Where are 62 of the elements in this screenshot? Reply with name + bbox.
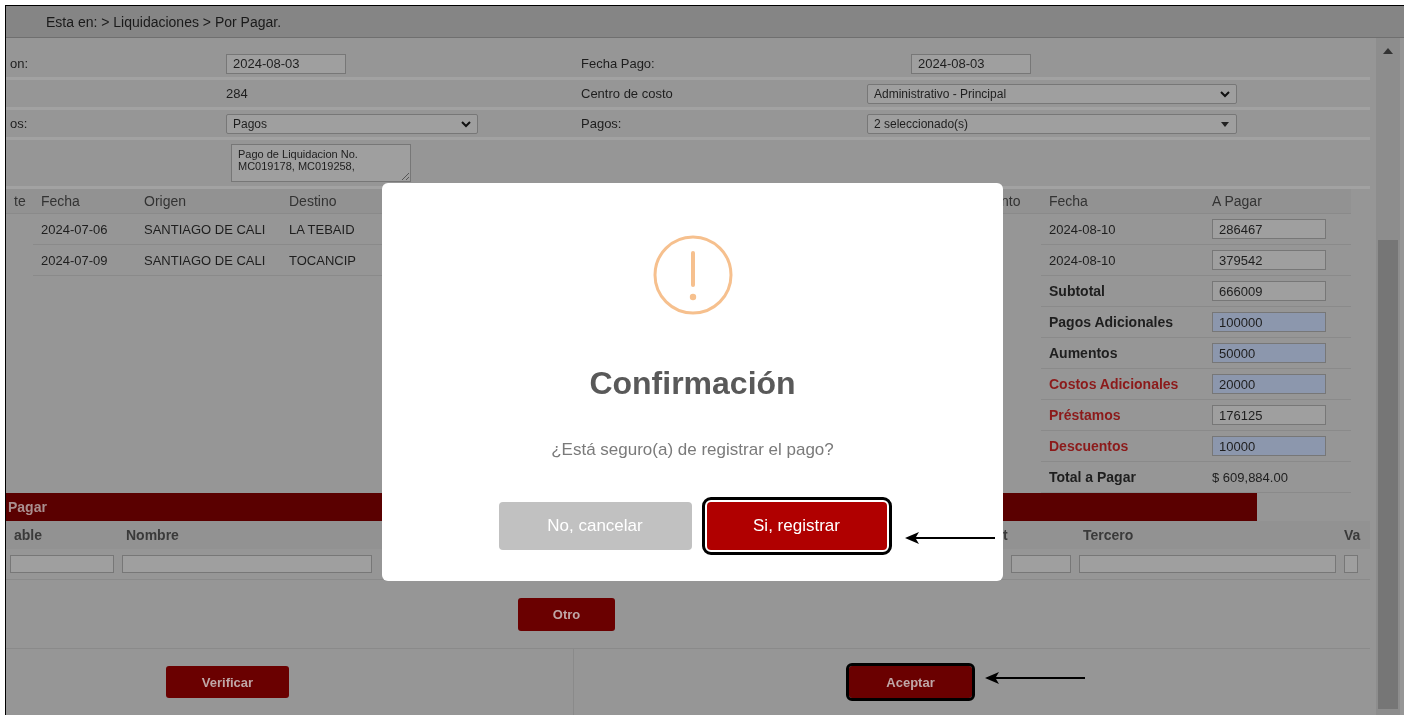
column-header: Origen	[136, 189, 281, 214]
date-field[interactable]: 2024-08-03	[226, 53, 346, 74]
multiselect-field[interactable]: 2 seleccionado(s)	[867, 113, 1237, 134]
column-header: A Pagar	[1204, 189, 1351, 214]
amount-field[interactable]: 10000	[1212, 436, 1326, 456]
input-field[interactable]	[1011, 555, 1071, 573]
amount-field[interactable]: 379542	[1212, 250, 1326, 270]
column-header: Fecha	[33, 189, 136, 214]
breadcrumb: Esta en: > Liquidaciones > Por Pagar.	[46, 13, 282, 30]
table-cell: 2024-08-10	[1049, 252, 1116, 268]
summary-label: Total a Pagar	[1049, 469, 1136, 485]
summary-label: Descuentos	[1049, 438, 1129, 454]
field-label: on:	[10, 56, 29, 71]
amount-field[interactable]: 286467	[1212, 219, 1326, 239]
column-header: able	[6, 521, 118, 549]
field-label: Centro de costo	[581, 86, 673, 101]
accept-button[interactable]: Aceptar	[849, 666, 972, 698]
chevron-icon	[461, 119, 471, 128]
table-cell: SANTIAGO DE CALI	[144, 252, 266, 268]
warning-icon	[652, 235, 733, 315]
caret-icon	[1220, 119, 1230, 128]
resize-grip-icon[interactable]	[402, 173, 409, 180]
table-cell: SANTIAGO DE CALI	[144, 221, 266, 237]
verify-button[interactable]: Verificar	[166, 666, 289, 698]
field-label: Pagos:	[581, 116, 622, 131]
input-field[interactable]	[1079, 555, 1336, 573]
dialog-title: Confirmación	[589, 365, 796, 402]
scroll-up-icon[interactable]	[1383, 48, 1393, 54]
column-header: Tercero	[1075, 521, 1340, 549]
input-field[interactable]	[10, 555, 114, 573]
table-cell: 2024-07-06	[41, 221, 108, 237]
amount-field[interactable]: 50000	[1212, 343, 1326, 363]
amount-field[interactable]: 176125	[1212, 405, 1326, 425]
summary-label: Costos Adicionales	[1049, 376, 1179, 392]
summary-label: Subtotal	[1049, 283, 1105, 299]
dialog-message: ¿Está seguro(a) de registrar el pago?	[551, 440, 834, 460]
table-cell: 2024-07-09	[41, 252, 108, 268]
notes-field[interactable]: Pago de Liquidacion No. MC019178, MC019258,	[231, 144, 411, 182]
input-field[interactable]	[122, 555, 372, 573]
summary-label: Pagos Adicionales	[1049, 314, 1173, 330]
date-field[interactable]: 2024-08-03	[911, 53, 1031, 74]
table-cell: 2024-08-10	[1049, 221, 1116, 237]
summary-label: Préstamos	[1049, 407, 1121, 423]
input-field[interactable]	[1344, 555, 1358, 573]
field-value: 284	[226, 86, 248, 101]
column-header: te	[6, 189, 33, 214]
scrollbar[interactable]	[1376, 38, 1400, 715]
summary-label: Aumentos	[1049, 345, 1118, 361]
table-cell: LA TEBAID	[289, 221, 355, 237]
total-amount: $ 609,884.00	[1212, 469, 1288, 485]
table-cell: TOCANCIP	[289, 252, 356, 268]
amount-field[interactable]: 100000	[1212, 312, 1326, 332]
amount-field[interactable]: 20000	[1212, 374, 1326, 394]
chevron-icon	[1220, 89, 1230, 98]
column-header: Va	[1340, 521, 1370, 549]
column-header: Fecha	[1041, 189, 1204, 214]
field-label: os:	[10, 116, 28, 131]
amount-field[interactable]: 666009	[1212, 281, 1326, 301]
add-button[interactable]: Otro	[518, 597, 615, 631]
field-label: Fecha Pago:	[581, 56, 655, 71]
select-field[interactable]: Administrativo - Principal	[867, 83, 1237, 104]
select-field[interactable]: Pagos	[226, 113, 478, 134]
